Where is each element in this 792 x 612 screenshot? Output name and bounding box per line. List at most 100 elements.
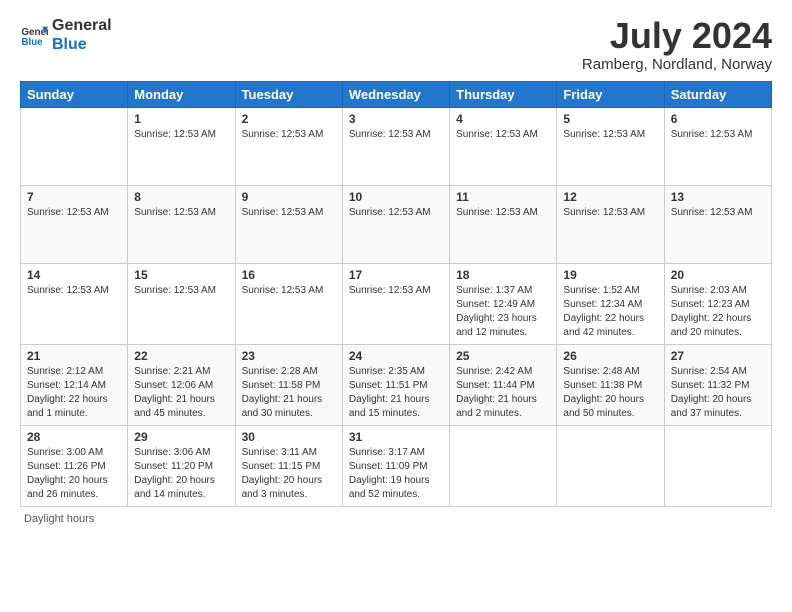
day-number: 24 xyxy=(349,349,443,363)
day-number: 31 xyxy=(349,430,443,444)
day-number: 16 xyxy=(242,268,336,282)
day-info: Sunrise: 12:53 AM xyxy=(671,206,765,220)
calendar-header-sunday: Sunday xyxy=(21,81,128,107)
week-row-5: 28Sunrise: 3:00 AMSunset: 11:26 PMDaylig… xyxy=(21,425,772,506)
calendar-header-monday: Monday xyxy=(128,81,235,107)
day-cell xyxy=(21,107,128,185)
day-number: 29 xyxy=(134,430,228,444)
day-cell: 11Sunrise: 12:53 AM xyxy=(450,185,557,263)
day-info: Sunrise: 12:53 AM xyxy=(27,206,121,220)
day-number: 15 xyxy=(134,268,228,282)
day-cell: 30Sunrise: 3:11 AMSunset: 11:15 PMDaylig… xyxy=(235,425,342,506)
day-cell: 17 Sunrise: 12:53 AM xyxy=(342,263,449,344)
day-cell: 16 Sunrise: 12:53 AM xyxy=(235,263,342,344)
day-number: 27 xyxy=(671,349,765,363)
day-cell: 22Sunrise: 2:21 AMSunset: 12:06 AMDaylig… xyxy=(128,344,235,425)
day-cell: 12Sunrise: 12:53 AM xyxy=(557,185,664,263)
day-info: Sunrise: 2:35 AMSunset: 11:51 PMDaylight… xyxy=(349,365,443,421)
day-cell: 13 Sunrise: 12:53 AM xyxy=(664,185,771,263)
calendar-header-wednesday: Wednesday xyxy=(342,81,449,107)
day-info: Sunrise: 12:53 AM xyxy=(349,128,443,142)
svg-text:Blue: Blue xyxy=(21,37,43,48)
day-number: 1 xyxy=(134,112,228,126)
page: General Blue General Blue July 2024 Ramb… xyxy=(0,0,792,612)
day-number: 6 xyxy=(671,112,765,126)
week-row-2: 7 Sunrise: 12:53 AM 8 Sunrise: 12:53 AM 9 Sun… xyxy=(21,185,772,263)
day-info: Sunrise: 12:53 AM xyxy=(456,206,550,220)
day-info: Sunrise: 3:00 AMSunset: 11:26 PMDaylight… xyxy=(27,446,121,502)
day-info: Sunrise: 12:53 AM xyxy=(563,128,657,142)
day-info: Sunrise: 2:21 AMSunset: 12:06 AMDaylight… xyxy=(134,365,228,421)
day-info: Sunrise: 12:53 AM xyxy=(242,206,336,220)
day-cell: 27 Sunrise: 2:54 AMSunset: 11:32 PMDaylig… xyxy=(664,344,771,425)
day-info: Sunrise: 12:53 AM xyxy=(349,206,443,220)
week-row-3: 14Sunrise: 12:53 AM15Sunrise: 12:53 AM16… xyxy=(21,263,772,344)
day-number: 4 xyxy=(456,112,550,126)
day-cell: 10 Sunrise: 12:53 AM xyxy=(342,185,449,263)
day-cell: 5 Sunrise: 12:53 AM xyxy=(557,107,664,185)
day-cell: 28Sunrise: 3:00 AMSunset: 11:26 PMDaylig… xyxy=(21,425,128,506)
day-cell xyxy=(557,425,664,506)
day-cell: 9 Sunrise: 12:53 AM xyxy=(235,185,342,263)
day-info: Sunrise: 12:53 AM xyxy=(134,128,228,142)
day-info: Sunrise: 3:17 AMSunset: 11:09 PMDaylight… xyxy=(349,446,443,502)
day-info: Sunrise: 12:53 AM xyxy=(134,284,228,298)
day-number: 18 xyxy=(456,268,550,282)
calendar-header-tuesday: Tuesday xyxy=(235,81,342,107)
day-cell xyxy=(450,425,557,506)
day-number: 8 xyxy=(134,190,228,204)
day-number: 17 xyxy=(349,268,443,282)
day-number: 13 xyxy=(671,190,765,204)
day-cell: 14Sunrise: 12:53 AM xyxy=(21,263,128,344)
day-cell: 2Sunrise: 12:53 AM xyxy=(235,107,342,185)
day-info: Sunrise: 2:54 AMSunset: 11:32 PMDaylight… xyxy=(671,365,765,421)
subtitle: Ramberg, Nordland, Norway xyxy=(582,56,772,73)
day-cell: 23 Sunrise: 2:28 AMSunset: 11:58 PMDaylig… xyxy=(235,344,342,425)
day-cell: 8 Sunrise: 12:53 AM xyxy=(128,185,235,263)
title-block: July 2024 Ramberg, Nordland, Norway xyxy=(582,16,772,73)
day-number: 3 xyxy=(349,112,443,126)
day-info: Sunrise: 12:53 AM xyxy=(242,284,336,298)
day-info: Sunrise: 12:53 AM xyxy=(349,284,443,298)
day-info: Sunrise: 2:03 AMSunset: 12:23 AMDaylight… xyxy=(671,284,765,340)
day-cell: 1 Sunrise: 12:53 AM xyxy=(128,107,235,185)
calendar-header-saturday: Saturday xyxy=(664,81,771,107)
calendar-header-friday: Friday xyxy=(557,81,664,107)
day-cell: 3 Sunrise: 12:53 AM xyxy=(342,107,449,185)
day-number: 21 xyxy=(27,349,121,363)
day-info: Sunrise: 12:53 AM xyxy=(671,128,765,142)
day-cell: 15 Sunrise: 12:53 AM xyxy=(128,263,235,344)
day-cell xyxy=(664,425,771,506)
week-row-4: 21 Sunrise: 2:12 AMSunset: 12:14 AMDaylig… xyxy=(21,344,772,425)
day-number: 5 xyxy=(563,112,657,126)
day-info: Sunrise: 2:42 AMSunset: 11:44 PMDaylight… xyxy=(456,365,550,421)
day-info: Sunrise: 12:53 AM xyxy=(134,206,228,220)
logo-icon: General Blue xyxy=(20,21,48,49)
day-number: 20 xyxy=(671,268,765,282)
day-number: 19 xyxy=(563,268,657,282)
day-info: Sunrise: 12:53 AM xyxy=(456,128,550,142)
day-info: Sunrise: 1:37 AMSunset: 12:49 AMDaylight… xyxy=(456,284,550,340)
day-cell: 26Sunrise: 2:48 AMSunset: 11:38 PMDaylig… xyxy=(557,344,664,425)
day-cell: 20 Sunrise: 2:03 AMSunset: 12:23 AMDaylig… xyxy=(664,263,771,344)
main-title: July 2024 xyxy=(582,16,772,56)
day-number: 25 xyxy=(456,349,550,363)
day-cell: 18 Sunrise: 1:37 AMSunset: 12:49 AMDaylig… xyxy=(450,263,557,344)
day-cell: 24 Sunrise: 2:35 AMSunset: 11:51 PMDaylig… xyxy=(342,344,449,425)
calendar-table: SundayMondayTuesdayWednesdayThursdayFrid… xyxy=(20,81,772,507)
header: General Blue General Blue July 2024 Ramb… xyxy=(20,16,772,73)
day-number: 30 xyxy=(242,430,336,444)
day-number: 7 xyxy=(27,190,121,204)
day-info: Sunrise: 2:28 AMSunset: 11:58 PMDaylight… xyxy=(242,365,336,421)
day-info: Sunrise: 12:53 AM xyxy=(563,206,657,220)
logo: General Blue General Blue xyxy=(20,16,112,54)
day-info: Sunrise: 1:52 AMSunset: 12:34 AMDaylight… xyxy=(563,284,657,340)
day-number: 23 xyxy=(242,349,336,363)
day-number: 26 xyxy=(563,349,657,363)
day-cell: 6 Sunrise: 12:53 AM xyxy=(664,107,771,185)
logo-text-general: General xyxy=(52,16,112,35)
day-info: Sunrise: 2:12 AMSunset: 12:14 AMDaylight… xyxy=(27,365,121,421)
day-number: 10 xyxy=(349,190,443,204)
day-number: 9 xyxy=(242,190,336,204)
day-info: Sunrise: 12:53 AM xyxy=(27,284,121,298)
